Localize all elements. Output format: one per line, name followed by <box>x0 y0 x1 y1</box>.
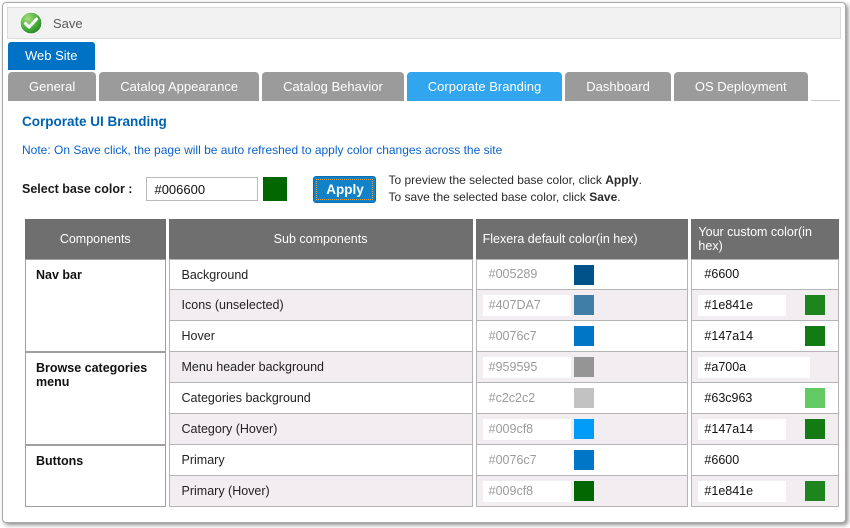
default-color-swatch <box>574 481 594 501</box>
custom-color-cell: #1e841e <box>691 476 839 507</box>
branding-table-header: Components Sub components Flexera defaul… <box>25 219 839 259</box>
tab-catalog-appearance[interactable]: Catalog Appearance <box>99 72 259 101</box>
tab-os-deployment[interactable]: OS Deployment <box>674 72 808 101</box>
default-color-swatch <box>574 450 594 470</box>
default-color-swatch <box>574 295 594 315</box>
tab-dashboard[interactable]: Dashboard <box>565 72 671 101</box>
default-hex-input[interactable]: #c2c2c2 <box>483 388 571 409</box>
apply-button[interactable]: Apply <box>313 176 376 203</box>
table-row: Browse categories menuMenu header backgr… <box>25 352 839 383</box>
default-color-cell: #959595 <box>476 352 689 383</box>
custom-color-cell: #6600 <box>691 445 839 476</box>
subcomponent-cell: Menu header background <box>169 352 473 383</box>
default-hex-input[interactable]: #005289 <box>483 264 571 285</box>
branding-table-body: Nav barBackground #005289 #6600 Icons (unse… <box>25 259 839 507</box>
default-color-swatch <box>574 357 594 377</box>
custom-hex-input[interactable]: #1e841e <box>698 295 786 316</box>
custom-color-cell: #a700a <box>691 352 839 383</box>
default-color-cell: #0076c7 <box>476 321 689 352</box>
default-hex-input[interactable]: #0076c7 <box>483 326 571 347</box>
custom-color-swatch <box>805 295 825 315</box>
save-check-icon <box>18 10 44 36</box>
default-hex-input[interactable]: #407DA7 <box>483 295 571 316</box>
tab-strip: GeneralCatalog AppearanceCatalog Behavio… <box>8 70 845 101</box>
tab-web-site[interactable]: Web Site <box>8 42 95 70</box>
save-button-label: Save <box>53 16 83 31</box>
base-color-row: Select base color : Apply To preview the… <box>22 172 845 206</box>
note-text: Note: On Save click, the page will be au… <box>22 143 845 157</box>
header-components: Components <box>25 219 166 259</box>
base-color-label: Select base color : <box>22 182 132 196</box>
custom-color-swatch <box>805 388 825 408</box>
custom-color-swatch <box>805 326 825 346</box>
component-cell: Nav bar <box>25 259 166 352</box>
subcomponent-cell: Background <box>169 259 473 290</box>
default-color-cell: #c2c2c2 <box>476 383 689 414</box>
component-cell: Buttons <box>25 445 166 507</box>
branding-table: Components Sub components Flexera defaul… <box>22 219 842 507</box>
default-hex-input[interactable]: #959595 <box>483 357 571 378</box>
default-color-cell: #0076c7 <box>476 445 689 476</box>
subcomponent-cell: Primary (Hover) <box>169 476 473 507</box>
toolbar: Save <box>7 7 841 39</box>
component-cell: Browse categories menu <box>25 352 166 445</box>
default-hex-input[interactable]: #009cf8 <box>483 419 571 440</box>
custom-hex-input[interactable]: #147a14 <box>698 419 786 440</box>
default-color-swatch <box>574 419 594 439</box>
instruction-line-2: To save the selected base color, click S… <box>388 189 641 206</box>
default-color-cell: #009cf8 <box>476 476 689 507</box>
tab-strip-baseline <box>811 100 840 101</box>
default-color-cell: #009cf8 <box>476 414 689 445</box>
subcomponent-cell: Hover <box>169 321 473 352</box>
base-color-input[interactable] <box>146 177 258 201</box>
custom-hex-input[interactable]: #6600 <box>698 264 810 285</box>
default-color-swatch <box>574 388 594 408</box>
custom-color-swatch <box>805 481 825 501</box>
custom-color-cell: #147a14 <box>691 321 839 352</box>
custom-hex-input[interactable]: #1e841e <box>698 481 786 502</box>
custom-color-cell: #6600 <box>691 259 839 290</box>
table-row: Nav barBackground#005289#6600 <box>25 259 839 290</box>
header-custom-color: Your custom color(in hex) <box>691 219 839 259</box>
default-hex-input[interactable]: #0076c7 <box>483 450 571 471</box>
default-color-swatch <box>574 265 594 285</box>
custom-hex-input[interactable]: #63c963 <box>698 388 786 409</box>
tab-general[interactable]: General <box>8 72 96 101</box>
default-color-cell: #005289 <box>476 259 689 290</box>
instruction-line-1: To preview the selected base color, clic… <box>388 172 641 189</box>
custom-color-swatch <box>805 419 825 439</box>
app-window: Save Web Site GeneralCatalog AppearanceC… <box>2 2 846 523</box>
custom-color-cell: #147a14 <box>691 414 839 445</box>
tab-catalog-behavior[interactable]: Catalog Behavior <box>262 72 404 101</box>
header-default-color: Flexera default color(in hex) <box>476 219 689 259</box>
custom-hex-input[interactable]: #147a14 <box>698 326 786 347</box>
subcomponent-cell: Category (Hover) <box>169 414 473 445</box>
instructions-block: To preview the selected base color, clic… <box>388 172 641 206</box>
tab-corporate-branding[interactable]: Corporate Branding <box>407 72 562 101</box>
subcomponent-cell: Icons (unselected) <box>169 290 473 321</box>
default-color-cell: #407DA7 <box>476 290 689 321</box>
header-subcomponents: Sub components <box>169 219 473 259</box>
custom-hex-input[interactable]: #a700a <box>698 357 810 378</box>
page-title: Corporate UI Branding <box>22 114 845 129</box>
site-tab-row: Web Site <box>8 42 845 70</box>
custom-hex-input[interactable]: #6600 <box>698 450 810 471</box>
save-button[interactable]: Save <box>8 8 97 38</box>
custom-color-cell: #63c963 <box>691 383 839 414</box>
table-row: ButtonsPrimary#0076c7#6600 <box>25 445 839 476</box>
subcomponent-cell: Primary <box>169 445 473 476</box>
custom-color-cell: #1e841e <box>691 290 839 321</box>
default-hex-input[interactable]: #009cf8 <box>483 481 571 502</box>
subcomponent-cell: Categories background <box>169 383 473 414</box>
main-content: Corporate UI Branding Note: On Save clic… <box>3 101 845 507</box>
base-color-swatch <box>263 177 287 201</box>
default-color-swatch <box>574 326 594 346</box>
